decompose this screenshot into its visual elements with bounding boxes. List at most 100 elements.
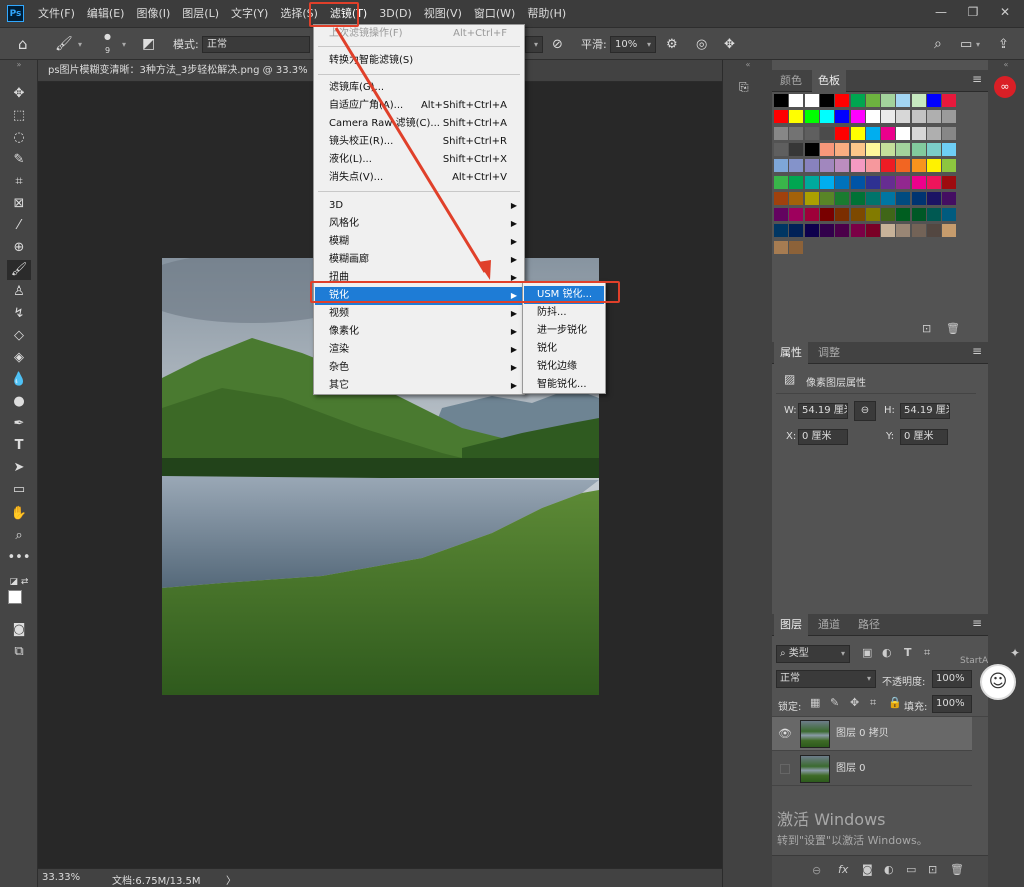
color-swatch[interactable] [927, 142, 941, 156]
color-swatch[interactable] [927, 159, 941, 173]
color-swatch[interactable] [942, 175, 957, 189]
blend-mode-select[interactable]: 正常 ▾ [776, 670, 876, 688]
type-tool-icon[interactable]: T [7, 436, 31, 456]
brush-settings-icon[interactable]: ◩ [142, 28, 155, 61]
color-swatch[interactable] [896, 110, 911, 124]
color-swatch[interactable] [789, 208, 804, 222]
color-swatch[interactable] [881, 159, 896, 173]
color-swatch[interactable] [850, 110, 865, 124]
color-swatch[interactable] [911, 224, 926, 238]
color-swatch[interactable] [819, 208, 834, 222]
menu-item-filter-gallery[interactable]: 滤镜库(G)... [315, 79, 523, 97]
zoom-tool-icon[interactable]: ⌕ [7, 526, 31, 546]
width-field[interactable]: 54.19 厘米 [798, 403, 848, 419]
color-swatch[interactable] [774, 175, 788, 189]
healing-tool-icon[interactable]: ⊕ [7, 238, 31, 258]
menu-item-last-filter[interactable]: 上次滤镜操作(F) Alt+Ctrl+F [315, 25, 523, 43]
menu-item-other[interactable]: 其它 ▶ [315, 377, 523, 395]
minimize-button[interactable]: — [926, 0, 956, 24]
mode-select[interactable]: 正常 [202, 36, 310, 53]
collapse-icon[interactable]: « [723, 60, 773, 70]
brush-preset-icon[interactable]: 🖌 [55, 28, 73, 61]
color-swatch[interactable] [774, 159, 788, 173]
color-swatch[interactable] [774, 224, 788, 238]
menu-layer[interactable]: 图层(L) [176, 0, 225, 27]
color-swatch[interactable] [789, 240, 804, 254]
history-brush-tool-icon[interactable]: ↯ [7, 304, 31, 324]
quick-select-tool-icon[interactable]: ✎ [7, 150, 31, 170]
color-swatch[interactable] [789, 126, 804, 140]
color-swatch[interactable] [774, 94, 788, 107]
color-swatch[interactable] [804, 142, 819, 156]
menu-item-adaptive-wide-angle[interactable]: 自适应广角(A)... Alt+Shift+Ctrl+A [315, 97, 523, 115]
tab-channels[interactable]: 通道 [812, 614, 846, 636]
menu-item-liquify[interactable]: 液化(L)... Shift+Ctrl+X [315, 151, 523, 169]
color-swatch[interactable] [789, 191, 804, 205]
color-swatch[interactable] [774, 110, 788, 124]
color-swatch[interactable] [835, 126, 850, 140]
tab-properties[interactable]: 属性 [774, 342, 808, 364]
color-swatch[interactable] [896, 191, 911, 205]
color-swatch[interactable] [865, 175, 880, 189]
color-swatch[interactable] [789, 159, 804, 173]
menu-item-sharpen-edges[interactable]: 锐化边缘 [524, 358, 604, 376]
color-swatch[interactable] [942, 94, 957, 107]
foreground-color-swatch[interactable] [8, 590, 22, 604]
angle-icon[interactable]: ◎ [696, 28, 707, 61]
pressure-icon[interactable]: ⊘ [552, 28, 563, 61]
color-swatch[interactable] [942, 142, 957, 156]
color-swatch[interactable] [804, 208, 819, 222]
menu-item-sharpen-more[interactable]: 进一步锐化 [524, 322, 604, 340]
color-swatch[interactable] [942, 126, 957, 140]
color-swatch[interactable] [850, 175, 865, 189]
filter-shape-icon[interactable]: ⌗ [924, 646, 930, 660]
menu-image[interactable]: 图像(I) [130, 0, 176, 27]
color-swatch[interactable] [850, 94, 865, 107]
color-swatch[interactable] [819, 126, 834, 140]
chevron-down-icon[interactable]: ▾ [122, 28, 126, 61]
more-tools-icon[interactable]: ••• [7, 548, 31, 568]
color-swatch[interactable] [865, 94, 880, 107]
menu-item-lens-correction[interactable]: 镜头校正(R)... Shift+Ctrl+R [315, 133, 523, 151]
color-swatch[interactable] [774, 240, 788, 254]
menu-item-shake-reduction[interactable]: 防抖... [524, 304, 604, 322]
color-swatch[interactable] [789, 142, 804, 156]
tab-color[interactable]: 颜色 [774, 70, 808, 92]
tab-swatches[interactable]: 色板 [812, 70, 846, 92]
color-swatch[interactable] [774, 208, 788, 222]
color-swatch[interactable] [881, 110, 896, 124]
color-swatch[interactable] [896, 175, 911, 189]
hand-tool-icon[interactable]: ✋ [7, 504, 31, 524]
menu-file[interactable]: 文件(F) [32, 0, 81, 27]
color-swatch[interactable] [789, 175, 804, 189]
opacity-field[interactable]: 100% [932, 670, 972, 688]
status-menu-arrow[interactable]: 〉 [226, 872, 236, 887]
menu-3d[interactable]: 3D(D) [373, 0, 418, 27]
color-swatch[interactable] [881, 191, 896, 205]
menu-type[interactable]: 文字(Y) [225, 0, 274, 27]
color-swatch[interactable] [774, 191, 788, 205]
color-swatch[interactable] [835, 224, 850, 238]
dodge-tool-icon[interactable]: ● [7, 392, 31, 412]
symmetry-icon[interactable]: ✥ [724, 28, 735, 61]
new-swatch-icon[interactable]: ⊡ [922, 322, 931, 335]
color-swatch[interactable] [850, 224, 865, 238]
adjustment-layer-icon[interactable]: ◐ [884, 863, 894, 876]
eraser-tool-icon[interactable]: ◇ [7, 326, 31, 346]
color-swatch[interactable] [774, 142, 788, 156]
color-swatch[interactable] [911, 142, 926, 156]
color-swatch[interactable] [804, 175, 819, 189]
layer-row-0[interactable]: 图层 0 [772, 752, 972, 786]
opacity-select[interactable]: ▾ [525, 36, 543, 53]
color-swatch[interactable] [865, 142, 880, 156]
rectangle-tool-icon[interactable]: ▭ [7, 480, 31, 500]
chevron-down-icon[interactable]: ▾ [78, 28, 82, 61]
path-select-tool-icon[interactable]: ➤ [7, 458, 31, 478]
filter-adjust-icon[interactable]: ◐ [882, 646, 892, 659]
zoom-level[interactable]: 33.33% [42, 872, 80, 883]
color-swatch[interactable] [835, 94, 850, 107]
fill-field[interactable]: 100% [932, 695, 972, 713]
color-swatch[interactable] [865, 110, 880, 124]
color-swatch[interactable] [881, 224, 896, 238]
color-swatch[interactable] [774, 126, 788, 140]
